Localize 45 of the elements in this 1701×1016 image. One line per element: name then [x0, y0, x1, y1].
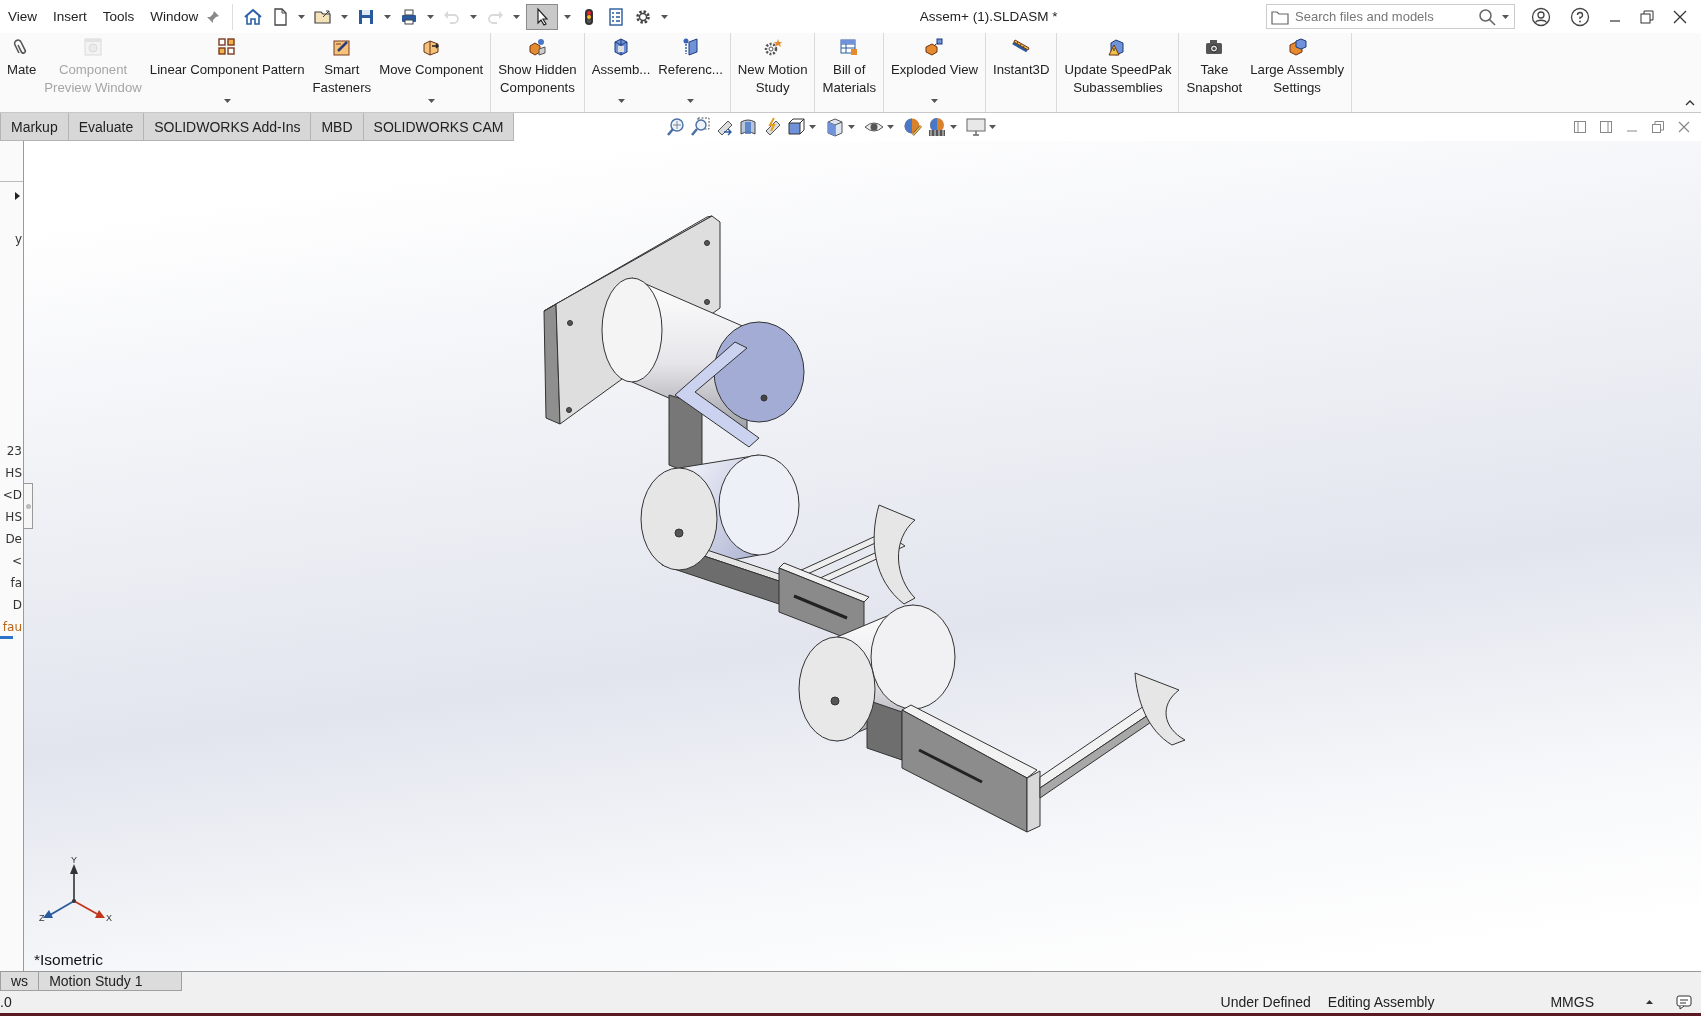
command-button[interactable]: Assemb... [587, 33, 655, 111]
command-button[interactable]: Smart Fasteners [308, 33, 376, 111]
command-button[interactable]: Exploded View [887, 33, 982, 111]
menu-item[interactable]: Insert [45, 9, 95, 24]
command-button[interactable]: Take Snapshot [1182, 33, 1247, 111]
status-text: Under Defined [1220, 994, 1311, 1010]
tree-item-text: fa [10, 575, 23, 592]
tree-item-text: De [5, 531, 23, 548]
menu-item[interactable]: Tools [94, 9, 143, 24]
command-button[interactable]: New Motion Study [733, 33, 812, 111]
tab[interactable]: SOLIDWORKS CAM [363, 113, 515, 141]
tree-item-text: y [14, 231, 23, 248]
search-field[interactable]: Search files and models [1266, 4, 1515, 29]
tree-item-text: HS [5, 509, 23, 526]
command-button[interactable]: Large Assembly Settings [1246, 33, 1349, 111]
status-text: Editing Assembly [1327, 994, 1435, 1010]
tab[interactable]: Evaluate [68, 113, 145, 141]
status-text: .0 [0, 994, 12, 1010]
tree-item-text: 23 [6, 443, 23, 460]
command-button[interactable]: Instant3D [989, 33, 1054, 111]
axis-label: X [106, 913, 112, 923]
command-button[interactable]: Mate [3, 33, 41, 111]
tab[interactable]: SOLIDWORKS Add-Ins [144, 113, 312, 141]
tree-item-text: HS [5, 465, 23, 482]
tree-item-text: <D [2, 487, 23, 504]
menu-item[interactable]: View [0, 9, 46, 24]
units-label[interactable]: MMGS [1550, 994, 1594, 1010]
axis-label: Z [39, 913, 45, 923]
tree-item-text: fau [2, 619, 23, 636]
menu-item[interactable]: Window [142, 9, 207, 24]
window-title: Assem+ (1).SLDASM * [918, 9, 1059, 24]
command-button[interactable]: Referenc... [654, 33, 727, 111]
command-button[interactable]: Show Hidden Components [494, 33, 581, 111]
tab[interactable]: Markup [0, 113, 69, 141]
axis-label: Y [71, 855, 77, 865]
command-button[interactable]: Bill of Materials [818, 33, 880, 111]
tree-item-text: < [11, 553, 23, 570]
tab[interactable]: MBD [311, 113, 364, 141]
command-button[interactable]: Update SpeedPak Subassemblies [1060, 33, 1176, 111]
command-button[interactable]: Move Component [375, 33, 488, 111]
tree-item-text: D [12, 597, 23, 614]
command-button[interactable]: Linear Component Pattern [145, 33, 309, 111]
tab[interactable]: ws [0, 972, 40, 991]
tab[interactable]: Motion Study 1 [39, 972, 183, 991]
view-orientation-label: *Isometric [34, 951, 103, 969]
